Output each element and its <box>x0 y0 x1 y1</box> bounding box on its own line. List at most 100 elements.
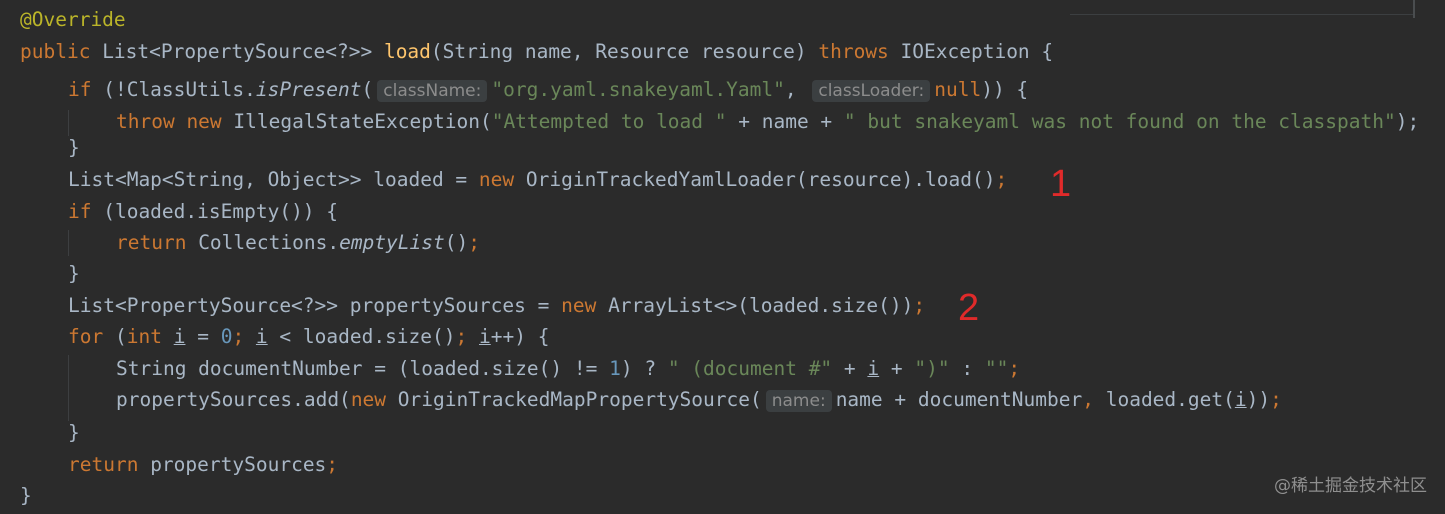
code-line-4[interactable]: throw new IllegalStateException("Attempt… <box>20 108 1419 136</box>
keyword: new <box>561 294 597 317</box>
code-text: (String name, Resource resource) <box>430 40 819 63</box>
code-line-5[interactable]: } <box>20 134 80 162</box>
code-line-10[interactable]: List<PropertySource<?>> propertySources … <box>20 292 925 320</box>
semicolon: ; <box>995 168 1008 191</box>
semicolon: ; <box>1270 388 1282 411</box>
code-text: ( <box>103 325 127 348</box>
parameter-hint: name: <box>765 390 832 412</box>
watermark: @稀土掘金技术社区 <box>1274 476 1427 496</box>
code-line-3[interactable]: if (!ClassUtils.isPresent(className: "org… <box>20 76 1028 104</box>
code-text: = <box>185 325 221 348</box>
string-literal: ")" <box>914 357 950 380</box>
code-line-14[interactable]: } <box>20 419 80 447</box>
editor-top-border <box>1070 14 1415 15</box>
scrollbar-thumb[interactable] <box>1413 0 1415 18</box>
code-text: )) { <box>981 78 1029 101</box>
code-text: : <box>949 357 985 380</box>
keyword: throws <box>818 40 889 63</box>
code-text: IllegalStateException( <box>221 110 492 133</box>
method-name: isPresent <box>255 78 362 101</box>
code-line-1[interactable]: @Override <box>20 6 126 34</box>
keyword: if <box>68 78 92 101</box>
code-editor[interactable]: { "code": { "l1_annotation": "@Override"… <box>0 0 1445 514</box>
code-line-16[interactable]: } <box>20 482 32 510</box>
code-text: (loaded.isEmpty()) { <box>91 200 339 223</box>
keyword: new <box>350 388 387 411</box>
semicolon: ; <box>1008 357 1021 380</box>
string-literal: " (document #" <box>667 357 833 380</box>
code-text: OriginTrackedYamlLoader(resource).load() <box>514 168 996 191</box>
code-text: loaded.get( <box>1105 388 1235 411</box>
parameter-hint: className: <box>377 80 488 102</box>
code-text: ); <box>1395 110 1420 133</box>
code-text: IOException { <box>888 40 1054 63</box>
loop-variable: i <box>173 325 186 348</box>
loop-variable: i <box>867 357 880 380</box>
code-text: } <box>68 136 80 159</box>
code-text: , <box>784 78 809 101</box>
semicolon: ; <box>468 231 480 254</box>
loop-variable: i <box>1234 388 1247 411</box>
code-line-8[interactable]: return Collections.emptyList(); <box>20 229 480 257</box>
code-text: (!ClassUtils. <box>91 78 256 101</box>
semicolon: ; <box>232 325 256 348</box>
comma: , <box>1082 388 1106 411</box>
code-text: List<PropertySource<?>> <box>90 40 384 63</box>
keyword: return <box>116 231 187 254</box>
code-text: + name + <box>726 110 844 133</box>
code-text: Collections. <box>186 231 340 254</box>
string-literal: "Attempted to load " <box>491 110 727 133</box>
code-line-13[interactable]: propertySources.add(new OriginTrackedMap… <box>20 386 1282 414</box>
keyword: null <box>934 78 982 101</box>
code-text: String documentNumber = (loaded.size() !… <box>116 357 610 380</box>
code-text: < loaded.size() <box>267 325 456 348</box>
keyword: throw <box>116 110 175 133</box>
code-line-12[interactable]: String documentNumber = (loaded.size() !… <box>20 355 1020 383</box>
code-line-7[interactable]: if (loaded.isEmpty()) { <box>20 198 338 226</box>
string-literal: " but snakeyaml was not found on the cla… <box>843 110 1396 133</box>
code-text: OriginTrackedMapPropertySource( <box>386 388 762 411</box>
code-line-15[interactable]: return propertySources; <box>20 451 338 479</box>
code-text: + <box>832 357 868 380</box>
code-line-2[interactable]: public List<PropertySource<?>> load(Stri… <box>20 38 1053 66</box>
code-text: List<Map<String, Object>> loaded = <box>68 168 479 191</box>
code-line-11[interactable]: for (int i = 0; i < loaded.size(); i++) … <box>20 323 549 351</box>
loop-variable: i <box>479 325 491 348</box>
keyword: int <box>126 325 162 348</box>
string-literal: "org.yaml.snakeyaml.Yaml" <box>491 78 785 101</box>
parameter-hint: classLoader: <box>812 80 931 102</box>
number-literal: 0 <box>220 325 233 348</box>
code-line-6[interactable]: List<Map<String, Object>> loaded = new O… <box>20 166 1007 194</box>
code-text: ArrayList<>(loaded.size()) <box>596 294 914 317</box>
method-name: load <box>383 40 431 63</box>
annotation: @Override <box>20 8 126 31</box>
semicolon: ; <box>455 325 479 348</box>
semicolon: ; <box>913 294 926 317</box>
loop-variable: i <box>255 325 268 348</box>
code-text: } <box>20 484 32 507</box>
code-text: propertySources <box>138 453 327 476</box>
keyword: if <box>68 200 92 223</box>
keyword: new <box>174 110 222 133</box>
annotation-marker-1: 1 <box>1050 163 1072 205</box>
number-literal: 1 <box>609 357 621 380</box>
code-text: List<PropertySource<?>> propertySources … <box>68 294 562 317</box>
code-text: name + documentNumber <box>835 388 1083 411</box>
code-text: + <box>879 357 915 380</box>
semicolon: ; <box>326 453 339 476</box>
string-literal: "" <box>984 357 1009 380</box>
code-text: ( <box>361 78 374 101</box>
method-name: emptyList <box>339 231 445 254</box>
code-text: } <box>68 421 80 444</box>
code-line-9[interactable]: } <box>20 260 80 288</box>
keyword: new <box>478 168 515 191</box>
keyword: for <box>68 325 104 348</box>
code-text: )) <box>1246 388 1271 411</box>
code-text: ++) { <box>490 325 550 348</box>
keyword: public <box>20 40 91 63</box>
keyword: return <box>68 453 139 476</box>
code-text: } <box>68 262 80 285</box>
annotation-marker-2: 2 <box>958 287 980 329</box>
code-text: propertySources.add( <box>116 388 351 411</box>
